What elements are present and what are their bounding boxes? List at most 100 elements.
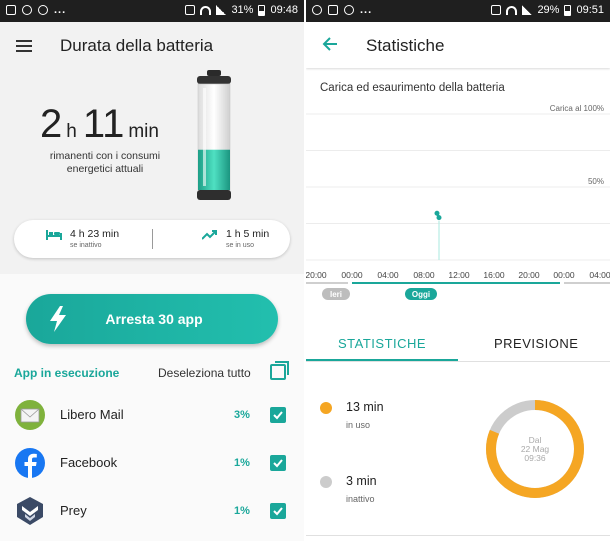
data-point <box>436 215 442 221</box>
checkmark-icon <box>273 459 283 468</box>
app-name: Libero Mail <box>60 407 124 422</box>
battery-level-icon <box>197 70 231 200</box>
in-use-label: in uso <box>346 420 371 430</box>
signal-icon <box>216 5 227 15</box>
select-all-checkbox[interactable] <box>270 361 289 380</box>
deselect-all-link[interactable]: Deseleziona tutto <box>158 366 251 380</box>
y-label-top: Carica al 100% <box>550 104 604 113</box>
x-tick-label: 04:00 <box>377 270 399 280</box>
x-tick-label: 20:00 <box>518 270 540 280</box>
status-notifications: ... <box>6 4 66 16</box>
app-usage-percent: 1% <box>234 457 250 469</box>
remaining-hours: 2 <box>40 102 63 146</box>
day-label-today: Oggi <box>412 290 430 299</box>
inactive-value: 4 h 23 min <box>70 228 120 240</box>
libero-mail-app-icon <box>15 400 45 430</box>
remaining-hours-unit: h <box>66 121 77 142</box>
idle-time: 3 min <box>346 474 377 488</box>
status-bar: ... 29% 09:51 <box>306 0 610 22</box>
stop-apps-button[interactable]: Arresta 30 app <box>26 294 278 344</box>
tabs-divider <box>306 361 610 362</box>
in-use-value: 1 h 5 min <box>226 228 270 240</box>
clock-notification-icon <box>22 5 32 15</box>
day-label-yesterday: Ieri <box>330 290 342 299</box>
idle-label: inattivo <box>346 494 375 504</box>
remaining-minutes: 11 <box>82 102 125 146</box>
donut-line3: 09:36 <box>524 453 546 463</box>
remaining-time: 2 h 11 min <box>40 102 165 147</box>
inactive-label: se inattivo <box>70 242 102 249</box>
stop-apps-label: Arresta 30 app <box>105 311 203 327</box>
running-apps-title: App in esecuzione <box>14 366 120 380</box>
app-bar: Statistiche <box>306 22 610 68</box>
remaining-caption-line1: rimanenti con i consumi <box>49 150 161 162</box>
mute-icon <box>185 5 196 15</box>
battery-chart[interactable]: Carica al 100% 50% 20:00 00:00 04:00 08:00 12:… <box>306 100 610 300</box>
in-use-dot <box>320 402 332 414</box>
app-row-libero-mail[interactable]: Libero Mail 3% <box>0 392 304 438</box>
running-apps-panel: Arresta 30 app App in esecuzione Deselez… <box>0 274 304 541</box>
x-tick-label: 20:00 <box>306 270 327 280</box>
x-tick-label: 00:00 <box>553 270 575 280</box>
battery-status-icon <box>564 4 572 16</box>
gallery-notification-icon <box>6 5 16 15</box>
tab-forecast[interactable]: PREVISIONE <box>494 336 578 351</box>
back-arrow-icon[interactable] <box>322 36 338 52</box>
app-checkbox[interactable] <box>270 455 286 471</box>
prey-app-icon <box>17 497 43 525</box>
app-name: Prey <box>60 503 87 518</box>
bottom-divider <box>306 535 610 536</box>
page-title: Statistiche <box>366 36 445 55</box>
app-checkbox[interactable] <box>270 407 286 423</box>
trend-icon <box>202 230 217 240</box>
app-row-facebook[interactable]: Facebook 1% <box>0 440 304 486</box>
facebook-app-icon <box>15 448 45 478</box>
x-tick-label: 04:00 <box>589 270 610 280</box>
statistics-screen: ... 29% 09:51 Statistiche Carica ed esau… <box>306 0 610 541</box>
battery-summary: Durata della batteria 2 h 11 min rimanen… <box>0 22 304 272</box>
status-time: 09:48 <box>270 4 298 16</box>
wifi-icon <box>200 5 212 15</box>
app-row-prey[interactable]: Prey 1% <box>0 488 304 534</box>
app-name: Facebook <box>60 455 118 470</box>
battery-percent: 29% <box>537 4 560 16</box>
status-bar: ... 31% 09:48 <box>0 0 304 22</box>
remaining-caption-line2: energetici attuali <box>66 163 144 175</box>
status-system: 31% 09:48 <box>185 4 298 16</box>
statistics-tabs: STATISTICHE PREVISIONE <box>306 326 610 362</box>
donut-since-label: Dal 22 Mag 09:36 <box>484 436 586 463</box>
security-notification-icon <box>312 5 322 15</box>
status-system: 29% 09:51 <box>491 4 604 16</box>
x-tick-label: 00:00 <box>341 270 363 280</box>
chart-title: Carica ed esaurimento della batteria <box>320 82 505 94</box>
messenger-notification-icon <box>38 5 48 15</box>
x-tick-label: 12:00 <box>448 270 470 280</box>
in-use-estimate: 1 h 5 min se in uso <box>152 226 290 252</box>
wifi-icon <box>506 5 518 15</box>
more-notifications: ... <box>54 4 67 16</box>
app-usage-percent: 1% <box>234 505 250 517</box>
app-checkbox[interactable] <box>270 503 286 519</box>
status-time: 09:51 <box>576 4 604 16</box>
gallery-notification-icon <box>328 5 338 15</box>
bed-icon <box>46 230 62 240</box>
in-use-label: se in uso <box>226 242 255 249</box>
checkmark-icon <box>273 507 283 516</box>
messenger-notification-icon <box>344 5 354 15</box>
tab-statistics[interactable]: STATISTICHE <box>338 336 426 351</box>
mute-icon <box>491 5 502 15</box>
page-title: Durata della batteria <box>60 36 214 55</box>
idle-dot <box>320 476 332 488</box>
y-label-mid: 50% <box>588 177 604 186</box>
menu-icon[interactable] <box>16 40 32 52</box>
remaining-caption: rimanenti con i consumi energetici attua… <box>30 150 180 176</box>
remaining-minutes-unit: min <box>128 121 159 142</box>
battery-status-icon <box>258 4 266 16</box>
inactive-estimate: 4 h 23 min se inattivo <box>14 226 152 252</box>
signal-icon <box>522 5 533 15</box>
battery-percent: 31% <box>231 4 254 16</box>
x-tick-label: 16:00 <box>483 270 505 280</box>
checkmark-icon <box>273 411 283 420</box>
active-tab-indicator <box>306 359 458 361</box>
in-use-time: 13 min <box>346 400 384 414</box>
